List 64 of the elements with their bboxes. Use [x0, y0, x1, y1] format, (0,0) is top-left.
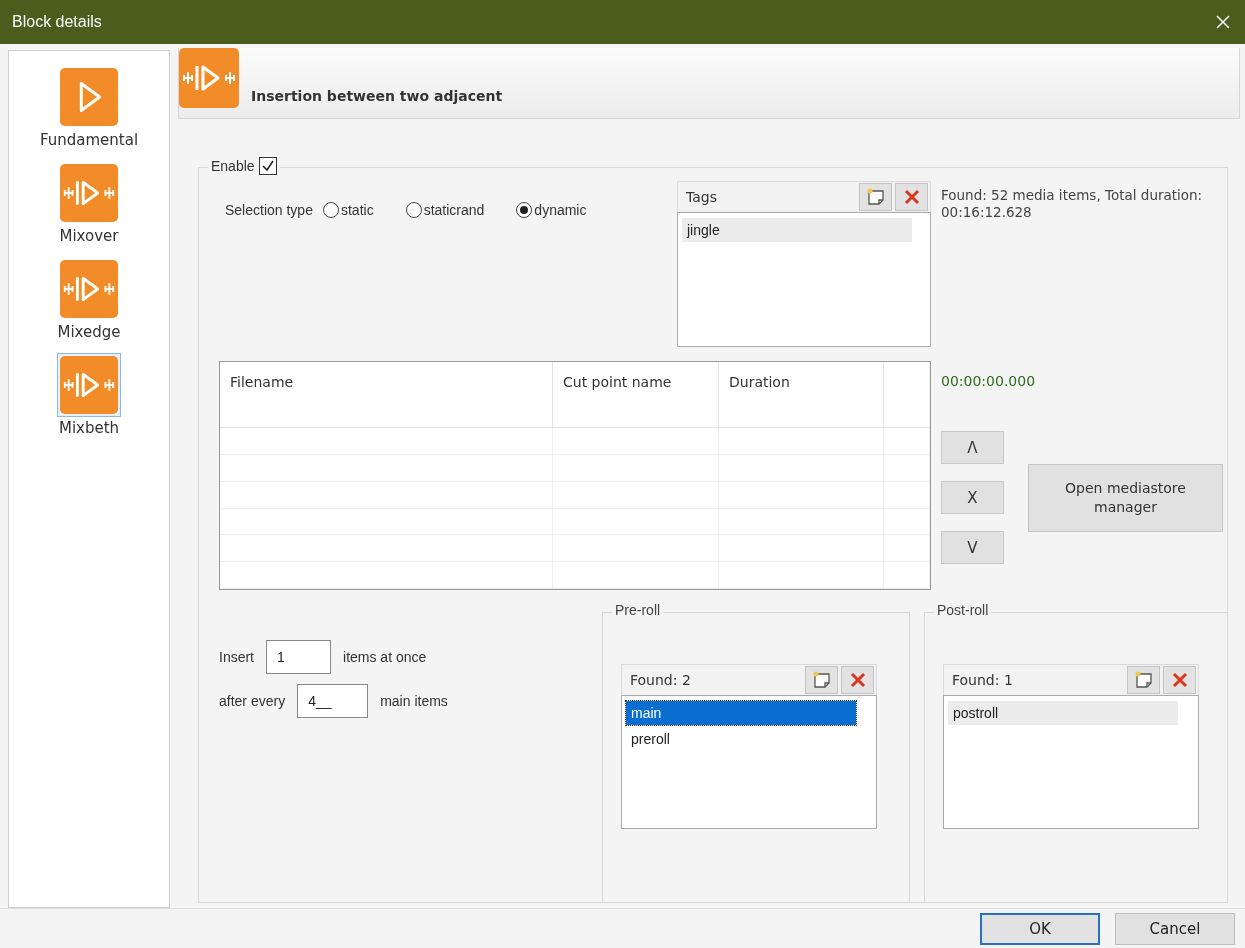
close-icon	[1215, 14, 1231, 30]
delete-icon	[849, 672, 866, 688]
sidebar-item[interactable]	[57, 257, 121, 321]
list-item[interactable]: postroll	[948, 701, 1178, 725]
sidebar-item[interactable]	[57, 161, 121, 225]
list-item[interactable]: main	[626, 701, 856, 725]
dialog-button[interactable]: OK	[980, 912, 1100, 945]
insert-suffix: items at once	[343, 649, 427, 665]
after-every-suffix: main items	[380, 693, 448, 709]
sidebar-item[interactable]	[57, 353, 121, 417]
column-header: Cut point name	[553, 362, 719, 428]
remove-button[interactable]	[895, 182, 928, 211]
list-item[interactable]: preroll	[626, 727, 856, 751]
after-every-field[interactable]: 4__	[297, 684, 369, 718]
sidebar-label: Mixedge	[57, 323, 121, 341]
list-title: Found: 1	[952, 672, 1013, 688]
radio-option[interactable]: static	[322, 202, 374, 218]
sidebar-item[interactable]	[57, 65, 121, 129]
new-note-icon	[865, 186, 886, 207]
total-time: 00:00:00.000	[941, 373, 1037, 389]
window-title: Block details	[12, 13, 102, 31]
radio-button[interactable]	[322, 202, 339, 218]
open-manager-button[interactable]: Open mediastore manager	[1028, 463, 1223, 532]
postroll-title: Post-roll	[934, 602, 992, 618]
play-icon	[60, 68, 118, 126]
check-icon	[260, 159, 275, 173]
move-button[interactable]: Λ	[941, 431, 1004, 464]
move-button[interactable]: X	[941, 481, 1004, 514]
waveform-play-icon	[60, 164, 118, 222]
add-button[interactable]	[1127, 666, 1160, 694]
delete-icon	[903, 188, 920, 205]
radio-button[interactable]	[405, 202, 422, 218]
column-header: Duration	[719, 362, 884, 428]
radio-option[interactable]: dynamic	[516, 202, 587, 218]
radio-button[interactable]	[516, 202, 533, 218]
header-title: Insertion between two adjacent	[251, 88, 503, 104]
list-title: Found: 2	[630, 672, 691, 688]
insert-label: Insert	[219, 649, 254, 665]
selection-type-label: Selection type	[225, 202, 313, 218]
sidebar-label: Fundamental	[39, 131, 139, 149]
preroll-title: Pre-roll	[612, 602, 664, 618]
column-header: Filename	[220, 362, 553, 428]
list-item[interactable]: jingle	[682, 217, 912, 242]
enable-label: Enable	[211, 158, 255, 174]
add-button[interactable]	[805, 666, 838, 694]
dialog-button[interactable]: Cancel	[1115, 912, 1235, 945]
waveform-play-icon	[60, 260, 118, 318]
waveform-play-icon	[60, 356, 118, 414]
found-summary: Found: 52 media items, Total duration: 00:16:12.628	[941, 187, 1204, 222]
new-note-icon	[1133, 670, 1154, 690]
sidebar-label: Mixover	[59, 227, 119, 245]
waveform-play-icon	[179, 48, 239, 108]
enable-checkbox[interactable]	[258, 157, 277, 175]
remove-button[interactable]	[841, 666, 874, 694]
insert-count-field[interactable]: 1	[266, 640, 331, 674]
move-button[interactable]: V	[941, 531, 1004, 564]
after-every-label: after every	[219, 693, 286, 709]
sidebar-label: Mixbeth	[58, 419, 120, 437]
delete-icon	[1171, 672, 1188, 688]
list-title: Tags	[686, 188, 717, 205]
radio-option[interactable]: staticrand	[405, 202, 485, 218]
new-note-icon	[811, 670, 832, 690]
remove-button[interactable]	[1163, 666, 1196, 694]
add-button[interactable]	[859, 182, 892, 211]
